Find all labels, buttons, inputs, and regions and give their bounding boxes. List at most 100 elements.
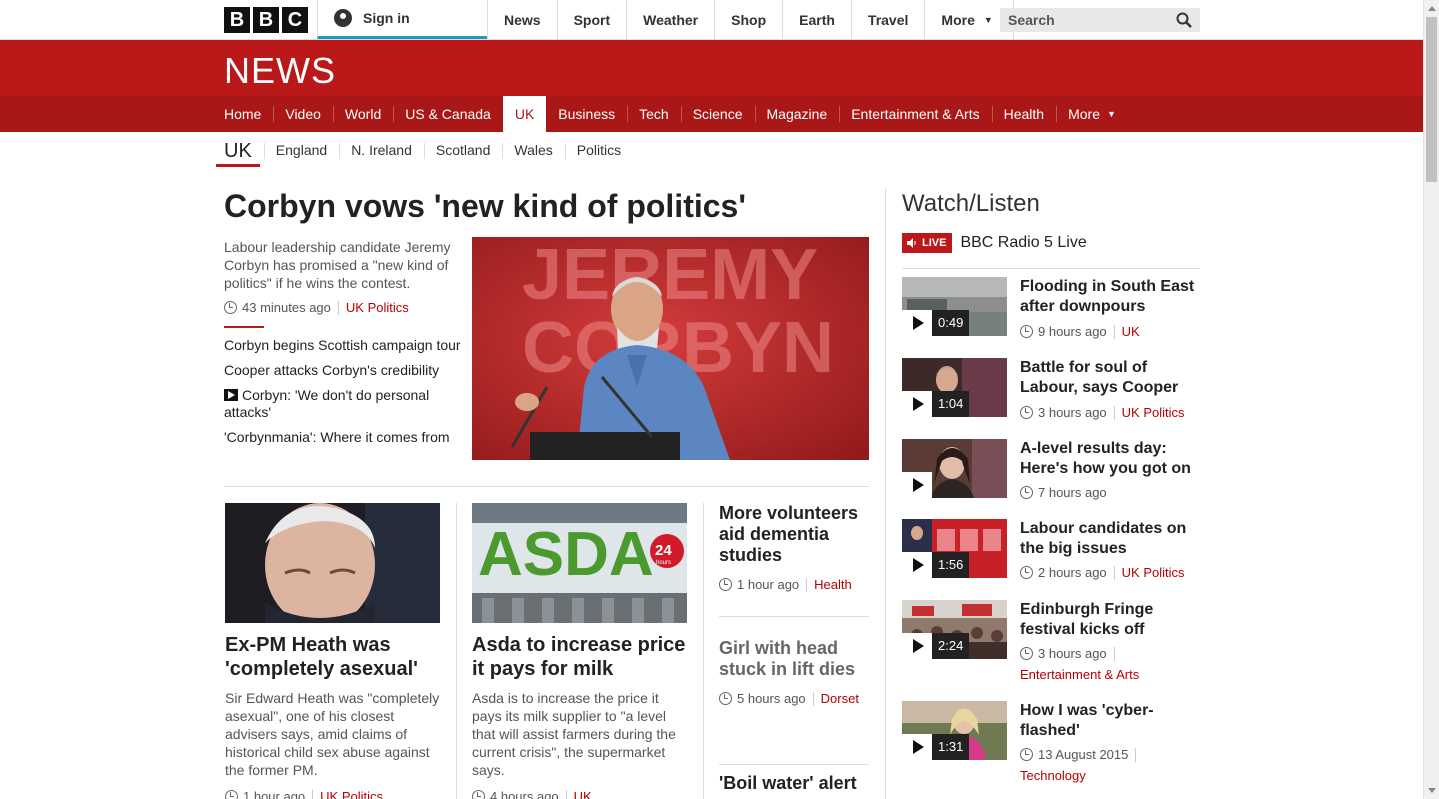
news-nav-home[interactable]: Home xyxy=(212,96,273,132)
story-headline[interactable]: Asda to increase price it pays for milk xyxy=(472,633,692,681)
global-nav-sport[interactable]: Sport xyxy=(556,0,627,39)
section-tag[interactable]: UK xyxy=(1122,324,1140,339)
sign-in-label: Sign in xyxy=(363,10,410,26)
video-item[interactable]: 2:24 Edinburgh Fringe festival kicks off… xyxy=(902,600,1205,682)
divider xyxy=(565,789,567,799)
story-image[interactable] xyxy=(225,503,440,623)
video-item[interactable]: A-level results day: Here's how you got … xyxy=(902,439,1202,519)
news-logo[interactable]: NEWS xyxy=(224,50,336,92)
news-nav-science[interactable]: Science xyxy=(680,96,755,132)
section-tag[interactable]: UK Politics xyxy=(346,300,409,315)
news-nav-tech[interactable]: Tech xyxy=(627,96,681,132)
section-tag[interactable]: UK Politics xyxy=(1122,405,1185,420)
section-tag[interactable]: UK xyxy=(574,789,592,799)
scroll-down-arrow-icon[interactable] xyxy=(1428,788,1436,793)
news-nav-uk[interactable]: UK xyxy=(502,96,547,132)
lead-headline[interactable]: Corbyn vows 'new kind of politics' xyxy=(224,188,746,225)
section-title[interactable]: UK xyxy=(216,132,260,167)
scrollbar-thumb[interactable] xyxy=(1426,17,1437,182)
sign-in-link[interactable]: Sign in xyxy=(317,0,487,39)
divider xyxy=(1135,747,1137,762)
related-link[interactable]: Cooper attacks Corbyn's credibility xyxy=(224,362,464,379)
divider xyxy=(1113,405,1115,420)
video-headline[interactable]: Labour candidates on the big issues xyxy=(1020,519,1205,559)
play-icon[interactable] xyxy=(902,472,932,498)
subnav-england[interactable]: England xyxy=(263,132,339,168)
news-nav-magazine[interactable]: Magazine xyxy=(754,96,840,132)
side-story-headline[interactable]: Girl with head stuck in lift dies xyxy=(719,638,869,680)
global-nav-news[interactable]: News xyxy=(487,0,557,39)
search-icon[interactable] xyxy=(1176,12,1192,28)
related-link[interactable]: 'Corbynmania': Where it comes from xyxy=(224,429,464,446)
bbc-logo-letter: B xyxy=(253,7,279,33)
subnav-scotland[interactable]: Scotland xyxy=(423,132,502,168)
news-nav-health[interactable]: Health xyxy=(991,96,1056,132)
video-item[interactable]: 1:04 Battle for soul of Labour, says Coo… xyxy=(902,358,1202,438)
video-thumbnail[interactable]: 2:24 xyxy=(902,600,1007,659)
related-link[interactable]: Corbyn begins Scottish campaign tour xyxy=(224,337,464,354)
lead-image[interactable]: JEREMY CORBYN xyxy=(472,237,869,460)
video-thumbnail[interactable] xyxy=(902,439,1007,498)
section-tag[interactable]: Dorset xyxy=(821,691,859,706)
play-icon[interactable] xyxy=(902,552,932,578)
subnav-n-ireland[interactable]: N. Ireland xyxy=(339,132,424,168)
global-nav-label: More xyxy=(941,11,975,28)
global-nav-weather[interactable]: Weather xyxy=(626,0,714,39)
video-thumbnail[interactable]: 0:49 xyxy=(902,277,1007,336)
global-nav-earth[interactable]: Earth xyxy=(782,0,851,39)
global-nav-shop[interactable]: Shop xyxy=(714,0,782,39)
video-headline[interactable]: A-level results day: Here's how you got … xyxy=(1020,439,1205,479)
news-nav-world[interactable]: World xyxy=(332,96,393,132)
play-icon[interactable] xyxy=(902,310,932,336)
global-nav-label: Weather xyxy=(643,11,699,28)
story-headline[interactable]: Ex-PM Heath was 'completely asexual' xyxy=(225,633,445,681)
bbc-logo-letter: C xyxy=(282,7,308,33)
play-icon[interactable] xyxy=(902,734,932,760)
live-radio-link[interactable]: LIVE BBC Radio 5 Live xyxy=(902,233,1087,253)
play-icon[interactable] xyxy=(902,633,932,659)
news-nav-label: Business xyxy=(558,106,616,122)
play-icon[interactable] xyxy=(902,391,932,417)
subnav-politics[interactable]: Politics xyxy=(564,132,633,168)
news-nav-label: Entertainment & Arts xyxy=(851,106,980,122)
story-summary: Sir Edward Heath was "completely asexual… xyxy=(225,690,440,778)
news-nav-business[interactable]: Business xyxy=(546,96,627,132)
subnav-wales[interactable]: Wales xyxy=(502,132,564,168)
news-nav-video[interactable]: Video xyxy=(273,96,333,132)
section-tag[interactable]: Health xyxy=(814,577,852,592)
story-image[interactable]: ASDA 24 hours xyxy=(472,503,687,623)
story-summary: Asda is to increase the price it pays it… xyxy=(472,690,676,778)
related-link-video[interactable]: Corbyn: 'We don't do personal attacks' xyxy=(224,387,464,421)
video-item[interactable]: 0:49 Flooding in South East after downpo… xyxy=(902,277,1202,357)
section-tag[interactable]: UK Politics xyxy=(320,789,383,799)
video-thumbnail[interactable]: 1:04 xyxy=(902,358,1007,417)
news-nav-us-canada[interactable]: US & Canada xyxy=(393,96,503,132)
video-thumbnail[interactable]: 1:31 xyxy=(902,701,1007,760)
video-headline[interactable]: Battle for soul of Labour, says Cooper xyxy=(1020,358,1205,398)
video-headline[interactable]: Flooding in South East after downpours xyxy=(1020,277,1205,317)
scroll-up-arrow-icon[interactable] xyxy=(1428,6,1436,11)
side-story-meta: 5 hours ago Dorset xyxy=(719,691,859,706)
section-tag[interactable]: UK Politics xyxy=(1122,565,1185,580)
section-tag[interactable]: Entertainment & Arts xyxy=(1020,667,1139,682)
section-tag[interactable]: Technology xyxy=(1020,768,1086,783)
search-input[interactable]: Search xyxy=(1000,8,1200,32)
bbc-logo[interactable]: B B C xyxy=(224,7,308,33)
news-nav-entertainment-arts[interactable]: Entertainment & Arts xyxy=(839,96,991,132)
global-nav-travel[interactable]: Travel xyxy=(850,0,924,39)
side-story-headline[interactable]: 'Boil water' alert xyxy=(719,773,869,794)
video-headline[interactable]: Edinburgh Fringe festival kicks off xyxy=(1020,600,1205,640)
video-headline[interactable]: How I was 'cyber-flashed' xyxy=(1020,701,1205,741)
image-text: 24 xyxy=(655,542,672,559)
video-item[interactable]: 1:56 Labour candidates on the big issues… xyxy=(902,519,1202,599)
vertical-scrollbar[interactable] xyxy=(1423,0,1439,799)
divider xyxy=(806,577,808,592)
news-nav-more[interactable]: More ▼ xyxy=(1056,96,1128,132)
video-item[interactable]: 1:31 How I was 'cyber-flashed' 13 August… xyxy=(902,701,1205,783)
video-meta: 3 hours ago xyxy=(1020,646,1122,661)
video-duration: 1:31 xyxy=(932,734,970,760)
subnav-label: Wales xyxy=(514,142,553,158)
global-nav-label: Earth xyxy=(799,11,835,28)
video-thumbnail[interactable]: 1:56 xyxy=(902,519,1007,578)
side-story-headline[interactable]: More volunteers aid dementia studies xyxy=(719,503,869,566)
